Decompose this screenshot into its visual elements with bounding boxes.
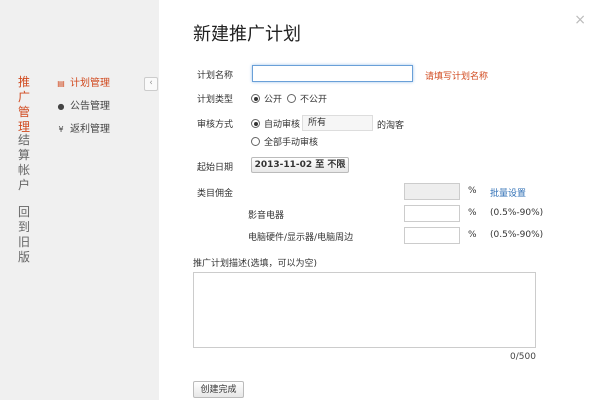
- plan-name-label: 计划名称: [197, 71, 234, 81]
- left-tab-promotion[interactable]: 推广管理: [17, 75, 31, 135]
- plan-name-input[interactable]: [252, 65, 413, 82]
- subnav-item-plan[interactable]: ▤ 计划管理: [56, 76, 110, 92]
- radio-label: 公开: [264, 95, 283, 105]
- plan-type-public-radio[interactable]: 公开: [251, 92, 282, 105]
- left-tab-settlement[interactable]: 结算帐户: [17, 133, 31, 193]
- commission-range: (0.5%-90%): [490, 208, 544, 218]
- start-date-button[interactable]: 2013-11-02 至 不限: [251, 157, 349, 173]
- percent-sign: %: [468, 208, 477, 218]
- radio-checked-icon: [251, 119, 260, 128]
- plan-type-private-radio[interactable]: 不公开: [287, 92, 327, 105]
- subnav-item-label: 返利管理: [70, 124, 110, 135]
- commission-rate-input[interactable]: [404, 205, 460, 222]
- radio-label: 不公开: [300, 95, 328, 105]
- commission-all-input: [404, 183, 460, 200]
- subnav-item-label: 公告管理: [70, 101, 110, 112]
- radio-label: 全部手动审核: [264, 138, 319, 148]
- subnav-item-rebate[interactable]: ¥ 返利管理: [56, 122, 110, 138]
- close-icon[interactable]: ×: [574, 12, 586, 28]
- description-textarea[interactable]: [193, 272, 536, 348]
- create-plan-button[interactable]: 创建完成: [193, 381, 244, 398]
- review-scope-suffix: 的淘客: [377, 121, 405, 131]
- page-title: 新建推广计划: [193, 24, 301, 45]
- percent-sign: %: [468, 186, 477, 196]
- collapse-sidebar-button[interactable]: ‹: [144, 77, 158, 91]
- plan-type-label: 计划类型: [197, 95, 234, 105]
- percent-sign: %: [468, 230, 477, 240]
- commission-label: 类目佣金: [197, 189, 234, 199]
- description-label: 推广计划描述(选填，可以为空): [193, 259, 318, 269]
- commission-row-name: 电脑硬件/显示器/电脑周边: [248, 233, 354, 243]
- character-counter: 0/500: [510, 352, 536, 362]
- review-scope-select[interactable]: 所有: [302, 115, 373, 131]
- start-date-label: 起始日期: [197, 163, 234, 173]
- new-plan-dialog: × 新建推广计划 计划名称 请填写计划名称 计划类型 公开 不公开 审核方式 自…: [172, 0, 600, 400]
- commission-range: (0.5%-90%): [490, 230, 544, 240]
- review-method-label: 审核方式: [197, 120, 234, 130]
- plan-name-hint: 请填写计划名称: [425, 72, 489, 82]
- subnav-item-announcement[interactable]: ● 公告管理: [56, 99, 111, 115]
- left-tab-old-version[interactable]: 回到旧版: [17, 205, 31, 265]
- chat-bubble-icon: ●: [57, 102, 65, 111]
- left-nav: 推广管理 结算帐户 回到旧版: [0, 0, 48, 400]
- commission-row-name: 影音电器: [248, 211, 285, 221]
- review-auto-radio[interactable]: 自动审核: [251, 117, 300, 130]
- commission-rate-input[interactable]: [404, 227, 460, 244]
- subnav-item-label: 计划管理: [70, 78, 110, 89]
- radio-label: 自动审核: [264, 120, 301, 130]
- radio-checked-icon: [251, 94, 260, 103]
- radio-unchecked-icon: [287, 94, 296, 103]
- radio-unchecked-icon: [251, 137, 260, 146]
- yen-icon: ¥: [58, 125, 64, 134]
- batch-setting-link[interactable]: 批量设置: [490, 186, 526, 199]
- sub-nav: ▤ 计划管理 ● 公告管理 ¥ 返利管理: [48, 0, 159, 400]
- note-icon: ▤: [57, 79, 65, 88]
- review-manual-radio[interactable]: 全部手动审核: [251, 135, 318, 148]
